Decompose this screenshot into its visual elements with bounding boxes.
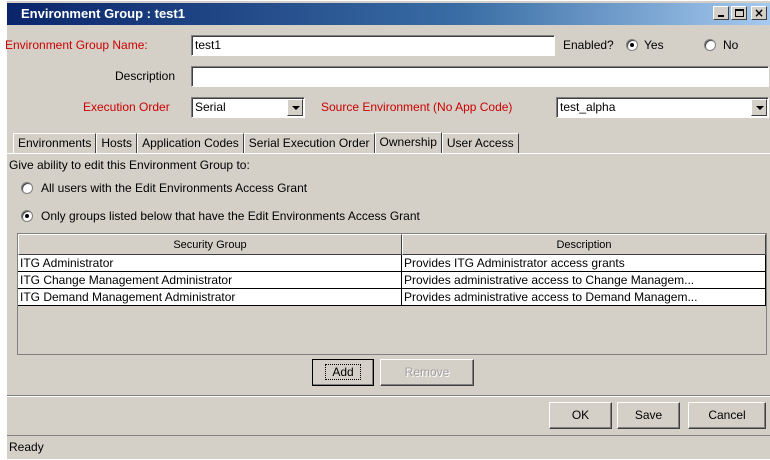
description-cell: Provides administrative access to Change… [402,272,766,289]
chevron-down-icon[interactable] [287,99,303,116]
title-bar[interactable]: Environment Group : test1 × [7,3,770,25]
save-button[interactable]: Save [617,402,680,429]
security-group-cell: ITG Change Management Administrator [18,272,402,289]
close-button[interactable]: × [751,6,767,20]
column-header-security-group[interactable]: Security Group [18,234,402,255]
environment-group-name-label: Environment Group Name: [5,38,148,52]
enabled-yes-radio[interactable] [626,39,638,51]
table-row[interactable]: ITG Administrator Provides ITG Administr… [18,255,766,272]
window-title: Environment Group : test1 [21,6,185,21]
tab-hosts[interactable]: Hosts [96,133,138,153]
security-group-cell: ITG Administrator [18,255,402,272]
add-button-label: Add [325,364,361,380]
add-button[interactable]: Add [312,359,374,386]
table-header: Security Group Description [18,234,766,255]
ok-button[interactable]: OK [549,402,612,429]
tab-user-access[interactable]: User Access [441,133,519,153]
ownership-prompt: Give ability to edit this Environment Gr… [9,158,250,172]
environment-group-window: Environment Group : test1 × Environment … [5,0,770,460]
security-group-cell: ITG Demand Management Administrator [18,289,402,306]
only-groups-label: Only groups listed below that have the E… [41,209,420,223]
cancel-button[interactable]: Cancel [688,402,766,429]
tab-environments[interactable]: Environments [13,133,97,153]
status-text: Ready [9,440,44,454]
remove-button-label: Remove [404,365,450,379]
source-environment-label: Source Environment (No App Code) [321,100,513,114]
window-controls: × [713,6,767,20]
enabled-no-radio[interactable] [704,39,716,51]
source-environment-value: test_alpha [560,100,616,114]
execution-order-select[interactable]: Serial [191,97,305,118]
chevron-down-icon[interactable] [751,99,767,116]
environment-group-name-field[interactable]: test1 [191,35,555,56]
description-cell: Provides ITG Administrator access grants [402,255,766,272]
source-environment-select[interactable]: test_alpha [556,97,769,118]
tab-serial-execution-order[interactable]: Serial Execution Order [243,133,375,153]
footer-separator [7,395,770,397]
only-groups-radio[interactable] [21,210,33,222]
maximize-button[interactable] [731,6,747,20]
tab-ownership[interactable]: Ownership [374,132,442,154]
description-cell: Provides administrative access to Demand… [402,289,766,306]
enabled-label: Enabled? [563,38,614,52]
minimize-button[interactable] [713,6,729,20]
security-group-table: Security Group Description ITG Administr… [17,233,767,355]
description-field[interactable] [191,66,769,87]
execution-order-label: Execution Order [83,100,170,114]
enabled-no-label: No [723,38,739,52]
execution-order-value: Serial [195,100,226,114]
tab-application-codes[interactable]: Application Codes [137,133,244,153]
description-label: Description [115,69,176,83]
tab-divider [7,153,770,154]
minimize-icon [718,15,724,17]
column-header-description[interactable]: Description [402,234,766,255]
remove-button[interactable]: Remove [380,359,474,386]
enabled-yes-label: Yes [644,38,664,52]
all-users-radio[interactable] [21,182,33,194]
close-icon: × [753,6,765,20]
status-bar: Ready [7,435,770,460]
tab-strip: Environments Hosts Application Codes Ser… [13,131,519,154]
all-users-label: All users with the Edit Environments Acc… [41,181,308,195]
table-row[interactable]: ITG Demand Management Administrator Prov… [18,289,766,306]
maximize-icon [735,9,744,17]
table-row[interactable]: ITG Change Management Administrator Prov… [18,272,766,289]
